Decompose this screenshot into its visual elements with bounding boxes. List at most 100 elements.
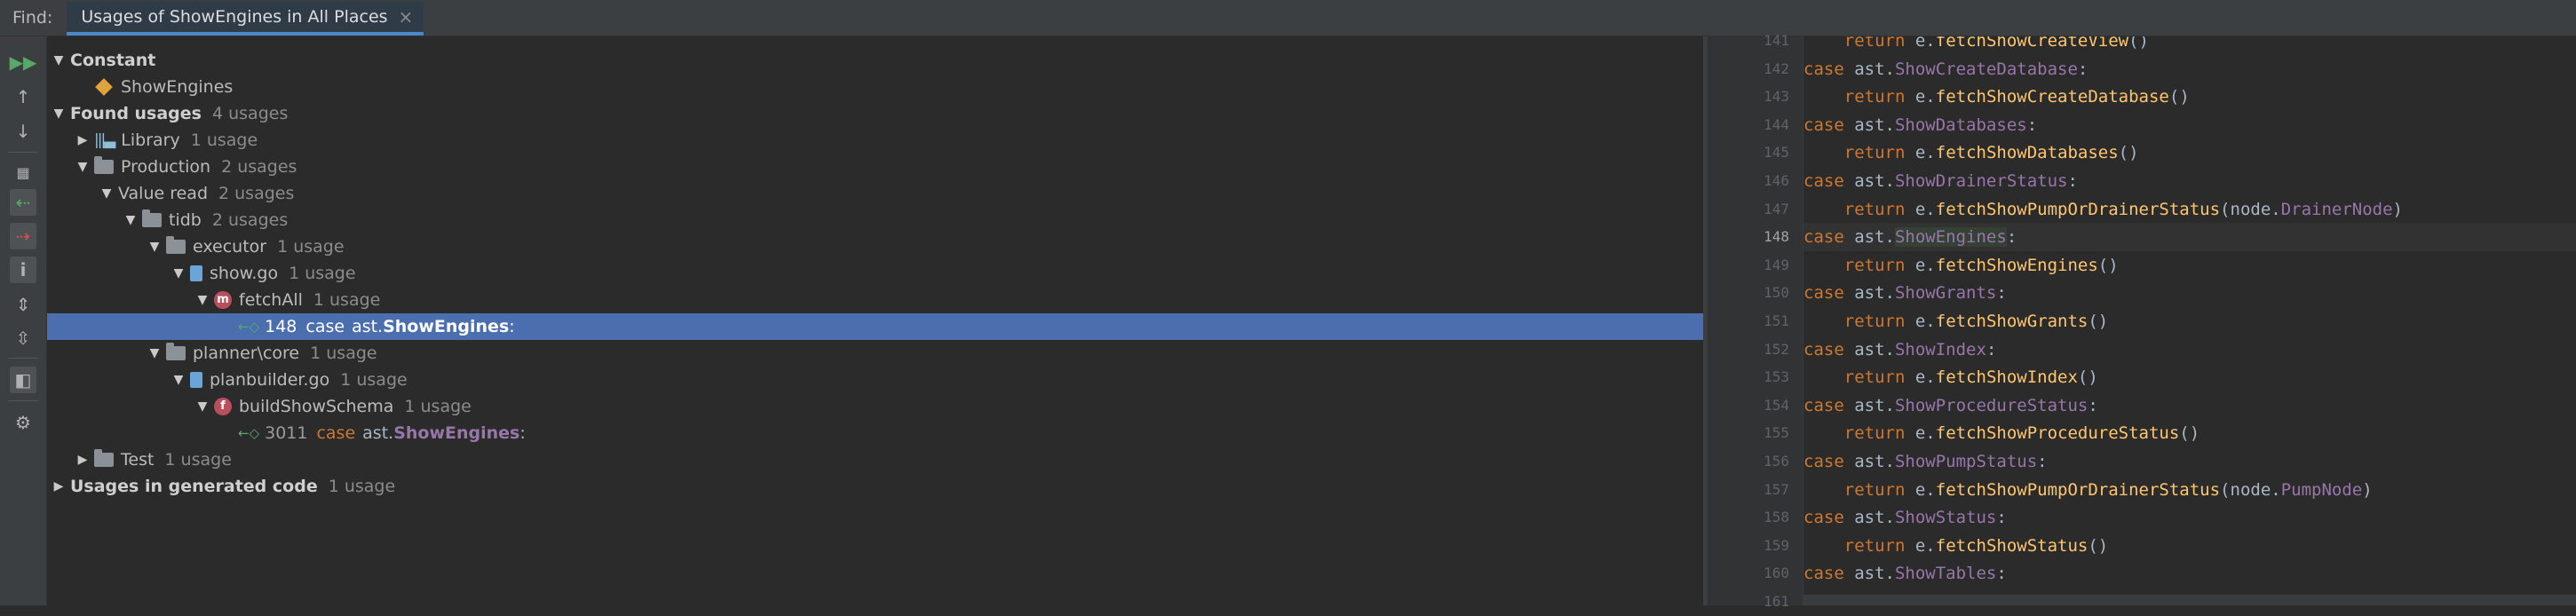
case-constant: ShowEngines — [1894, 227, 2007, 248]
go-file-icon — [190, 265, 202, 281]
usage-keyword: case — [305, 317, 345, 336]
tree-node[interactable]: ShowEngines — [47, 74, 1703, 100]
code-line: case ast.ShowDrainerStatus: — [1803, 167, 2576, 195]
expanded-arrow-icon[interactable] — [147, 240, 162, 254]
colon: : — [1996, 564, 2007, 584]
package: ast. — [1854, 115, 1895, 135]
collapsed-arrow-icon[interactable] — [75, 453, 91, 467]
package: ast. — [1854, 339, 1895, 359]
tree-node[interactable]: Constant — [47, 47, 1703, 74]
tab-usages-of-showengines[interactable]: Usages of ShowEngines in All Places × — [67, 2, 424, 36]
node-label: buildShowSchema — [239, 397, 394, 416]
node-label: Constant — [70, 51, 156, 70]
usages-tree[interactable]: Constant ShowEngines Found usages 4 usages |… — [47, 36, 1703, 605]
expanded-arrow-icon[interactable] — [170, 373, 186, 387]
code-line: return e.fetchShowIndex() — [1803, 363, 2576, 391]
usage-count: 1 usage — [190, 130, 258, 150]
tree-node[interactable]: Production 2 usages — [47, 154, 1703, 180]
keyword-return: return — [1843, 423, 1906, 444]
usage-highlight: ShowEngines — [383, 317, 510, 336]
node-label: planbuilder.go — [210, 370, 330, 390]
previous-occurrence-icon[interactable]: ↑ — [10, 83, 36, 110]
tree-node[interactable]: Found usages 4 usages — [47, 100, 1703, 127]
keyword-case: case — [1803, 395, 1844, 415]
tree-node[interactable]: |||▃ Library 1 usage — [47, 127, 1703, 154]
rerun-icon[interactable]: ▶▶ — [10, 49, 37, 75]
keyword-case: case — [1803, 564, 1844, 584]
expanded-arrow-icon[interactable] — [51, 107, 67, 121]
tree-node[interactable]: executor 1 usage — [47, 233, 1703, 260]
line-number: 161 — [1764, 593, 1789, 610]
close-tab-icon[interactable]: × — [399, 0, 414, 34]
expanded-arrow-icon[interactable] — [75, 160, 91, 174]
expanded-arrow-icon[interactable] — [51, 53, 67, 67]
tree-node[interactable]: Usages in generated code 1 usage — [47, 473, 1703, 500]
paren-open: ( — [2097, 255, 2109, 275]
expanded-arrow-icon[interactable] — [194, 399, 210, 414]
group-by-usage-type-icon[interactable]: ▦ — [10, 159, 36, 186]
code-preview[interactable]: return e.fetchShowCreateView() case ast.S… — [1803, 36, 2576, 605]
paren-close: ) — [2362, 479, 2373, 500]
paren-open: ( — [2168, 87, 2180, 107]
paren-open: ( — [2220, 199, 2231, 219]
colon: : — [1986, 339, 1997, 359]
group-by-module-icon[interactable]: ⇠ — [10, 189, 36, 216]
expanded-arrow-icon[interactable] — [170, 266, 186, 280]
usage-icon: ←◇ — [238, 319, 260, 335]
function-call: fetchShowPumpOrDrainerStatus — [1935, 199, 2221, 219]
function-icon: f — [214, 398, 232, 415]
line-number: 149 — [1764, 256, 1789, 273]
paren-close: ) — [2138, 36, 2149, 51]
code-line: case ast.ShowPumpStatus: — [1803, 447, 2576, 476]
case-constant: ShowCreateDatabase — [1894, 59, 2078, 79]
colon: : — [1996, 508, 2007, 528]
collapsed-arrow-icon[interactable] — [75, 133, 91, 147]
package: ast. — [1854, 227, 1895, 248]
argument: node. — [2230, 479, 2281, 500]
code-line: return e.fetchShowPumpOrDrainerStatus(no… — [1803, 476, 2576, 504]
code-line: case ast.ShowStatus: — [1803, 503, 2576, 532]
usage-row[interactable]: ←◇ 148 case ast. ShowEngines: — [47, 313, 1703, 340]
tree-node[interactable]: m fetchAll 1 usage — [47, 287, 1703, 313]
expand-all-icon[interactable]: ⇕ — [10, 291, 36, 318]
tree-node[interactable]: tidb 2 usages — [47, 207, 1703, 233]
function-call: fetchShowDatabases — [1935, 143, 2119, 163]
paren-open: ( — [2220, 479, 2231, 500]
group-by-file-structure-icon[interactable]: ⇢ — [10, 223, 36, 249]
tree-node[interactable]: Test 1 usage — [47, 446, 1703, 473]
collapse-all-icon[interactable]: ⇳ — [10, 325, 36, 351]
toolbar-divider — [8, 152, 38, 153]
function-call: fetchShowCreateView — [1935, 36, 2129, 51]
expanded-arrow-icon[interactable] — [194, 293, 210, 307]
usage-count: 1 usage — [310, 344, 377, 363]
node-label: Test — [121, 450, 155, 470]
tree-node[interactable]: Value read 2 usages — [47, 180, 1703, 207]
horizontal-scrollbar[interactable] — [1803, 595, 2576, 605]
node-label: show.go — [210, 264, 279, 283]
settings-icon[interactable]: ⚙ — [10, 409, 36, 436]
tree-node[interactable]: show.go 1 usage — [47, 260, 1703, 287]
expanded-arrow-icon[interactable] — [123, 213, 139, 227]
expanded-arrow-icon[interactable] — [99, 186, 115, 201]
tree-node[interactable]: f buildShowSchema 1 usage — [47, 393, 1703, 420]
expanded-arrow-icon[interactable] — [147, 346, 162, 360]
collapsed-arrow-icon[interactable] — [51, 479, 67, 494]
line-number: 151 — [1764, 312, 1789, 329]
tree-node[interactable]: planbuilder.go 1 usage — [47, 367, 1703, 393]
line-number: 142 — [1764, 59, 1789, 77]
usage-row[interactable]: ←◇ 3011 case ast. ShowEngines: — [47, 420, 1703, 446]
preview-panel-icon[interactable]: ◧ — [10, 367, 36, 393]
tree-node[interactable]: planner\core 1 usage — [47, 340, 1703, 367]
next-occurrence-icon[interactable]: ↓ — [10, 118, 36, 145]
info-icon[interactable]: i — [10, 257, 36, 283]
keyword-return: return — [1843, 87, 1906, 107]
usage-keyword: case — [316, 423, 356, 443]
node-label: Library — [121, 130, 180, 150]
usage-tail: : — [519, 423, 526, 443]
method-icon: m — [214, 291, 232, 309]
